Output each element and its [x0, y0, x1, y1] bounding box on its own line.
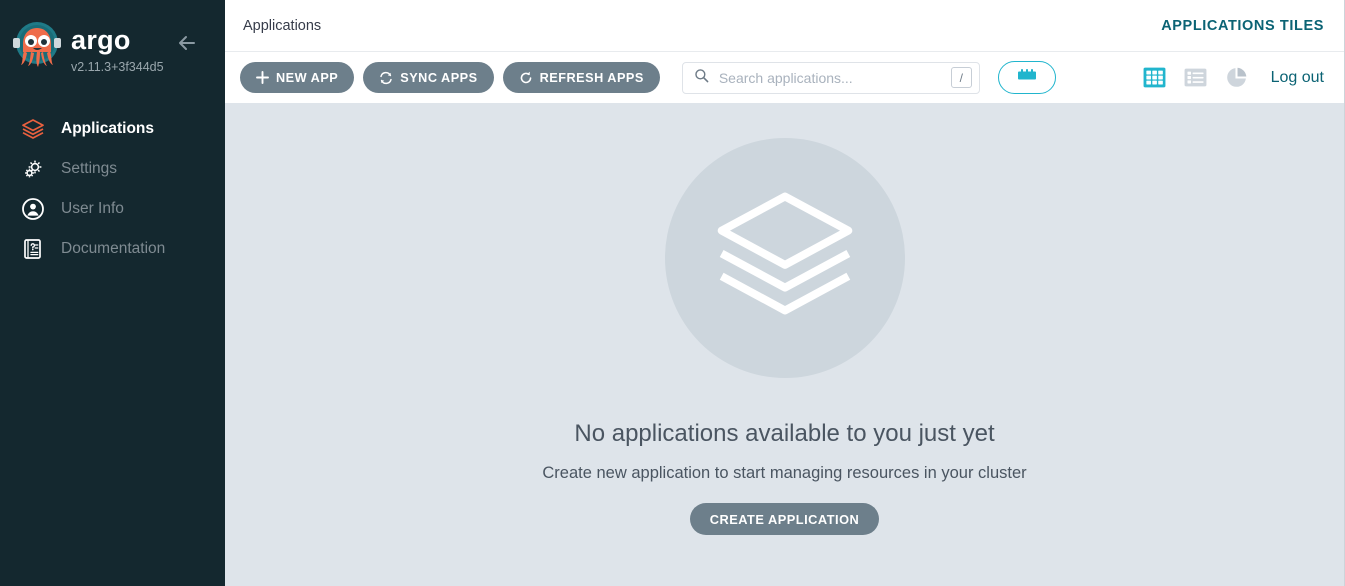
arrow-left-icon[interactable]: [176, 32, 198, 54]
sync-apps-button[interactable]: SYNC APPS: [363, 62, 494, 93]
gear-icon: [19, 155, 47, 183]
toolbar-right-group: Log out: [1142, 65, 1324, 90]
pie-chart-view-icon[interactable]: [1224, 65, 1249, 90]
user-circle-icon: [19, 195, 47, 223]
sidebar-item-label: Applications: [61, 120, 155, 138]
refresh-apps-label: REFRESH APPS: [539, 70, 644, 85]
refresh-apps-button[interactable]: REFRESH APPS: [502, 62, 660, 93]
sync-apps-label: SYNC APPS: [400, 70, 478, 85]
sidebar-item-label: Settings: [61, 160, 118, 178]
logout-button[interactable]: Log out: [1271, 69, 1324, 87]
argocd-application: argo v2.11.3+3f344d5 Applications Settin…: [0, 0, 1345, 586]
sidebar-item-documentation[interactable]: Documentation: [0, 229, 225, 269]
refresh-icon: [519, 71, 533, 85]
brand-version: v2.11.3+3f344d5: [71, 60, 164, 74]
sidebar-item-label: User Info: [61, 200, 124, 218]
layers-icon: [19, 115, 47, 143]
create-application-button[interactable]: CREATE APPLICATION: [689, 503, 880, 535]
filter-sliders-icon: [1017, 67, 1037, 88]
applications-toolbar: NEW APP SYNC APPS REFRESH APPS Search ap…: [225, 52, 1344, 103]
sidebar-nav: Applications Settings User Info Document…: [0, 109, 225, 269]
search-shortcut-badge[interactable]: /: [950, 67, 972, 88]
page-titlebar: Applications APPLICATIONS TILES: [225, 0, 1344, 52]
brand-text: argo v2.11.3+3f344d5: [71, 18, 164, 74]
empty-state-title: No applications available to you just ye…: [574, 420, 995, 447]
filter-toggle-button[interactable]: [997, 61, 1056, 94]
empty-state-subtitle: Create new application to start managing…: [542, 464, 1027, 482]
main-panel: Applications APPLICATIONS TILES NEW APP: [225, 0, 1345, 586]
search-icon: [694, 68, 709, 88]
grid-view-icon[interactable]: [1142, 65, 1167, 90]
empty-state-illustration: [664, 138, 905, 378]
sync-icon: [379, 71, 393, 85]
brand-name: argo: [71, 25, 131, 55]
sidebar-item-user-info[interactable]: User Info: [0, 189, 225, 229]
empty-state: No applications available to you just ye…: [225, 103, 1344, 586]
book-icon: [19, 235, 47, 263]
sidebar-item-label: Documentation: [61, 240, 166, 258]
list-view-icon[interactable]: [1183, 65, 1208, 90]
new-app-label: NEW APP: [276, 70, 339, 85]
new-app-button[interactable]: NEW APP: [240, 62, 355, 93]
argo-octopus-logo: [11, 18, 63, 70]
sidebar: argo v2.11.3+3f344d5 Applications Settin…: [0, 0, 225, 586]
brand-header: argo v2.11.3+3f344d5: [0, 0, 225, 100]
search-box[interactable]: /: [681, 61, 980, 94]
plus-icon: [256, 71, 269, 84]
sidebar-item-applications[interactable]: Applications: [0, 109, 225, 149]
applications-tiles-link[interactable]: APPLICATIONS TILES: [1161, 18, 1324, 34]
breadcrumb: Applications: [243, 17, 322, 34]
search-input[interactable]: [718, 69, 951, 86]
sidebar-item-settings[interactable]: Settings: [0, 149, 225, 189]
layers-stack-icon: [709, 180, 861, 337]
